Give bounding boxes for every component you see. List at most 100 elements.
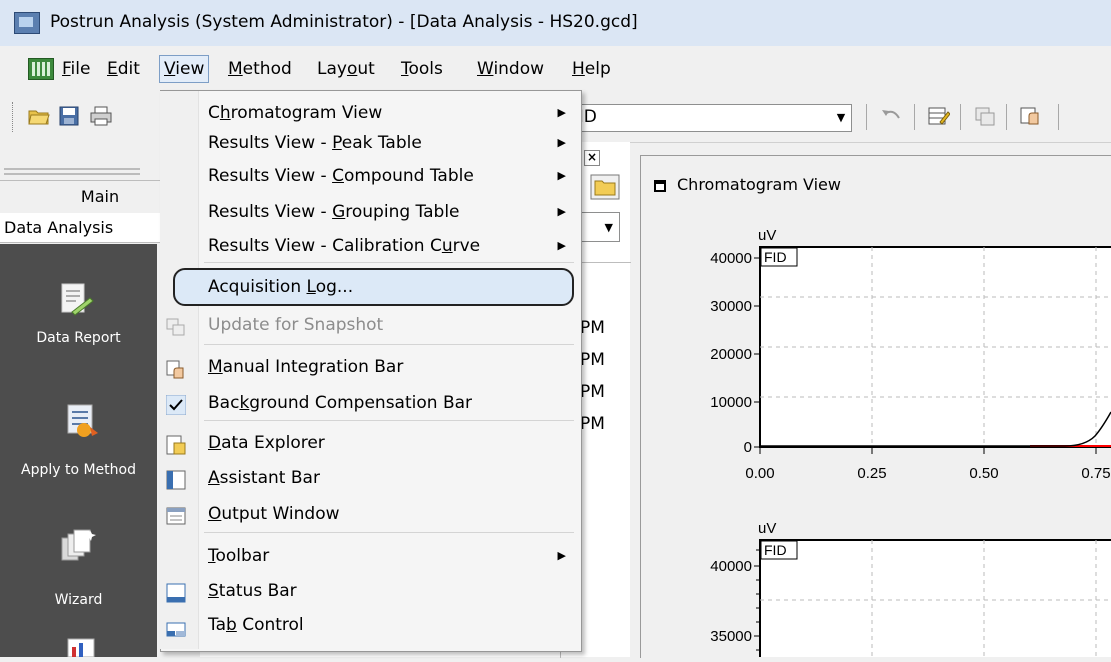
- sidebar-item-data-report[interactable]: Data Report: [0, 330, 157, 346]
- manual-integration-icon: [166, 357, 186, 379]
- y-tick-label: 30000: [710, 298, 752, 315]
- menu-item-label: Chromatogram View: [208, 103, 383, 123]
- y-tick-label: 40000: [710, 558, 752, 575]
- assistant-bar-icon: [166, 468, 186, 490]
- chart-title: Chromatogram View: [677, 175, 841, 194]
- window-title: Postrun Analysis (System Administrator) …: [50, 12, 638, 32]
- report-chart-icon[interactable]: [66, 633, 102, 658]
- output-window-icon: [166, 504, 186, 525]
- save-icon[interactable]: [58, 106, 80, 126]
- chevron-right-icon: ▶: [557, 549, 566, 562]
- menu-item-label: Data Explorer: [208, 433, 325, 453]
- toolbar-grip[interactable]: [12, 102, 16, 132]
- folder-icon[interactable]: [590, 174, 620, 200]
- chevron-right-icon: ▶: [557, 106, 566, 119]
- menu-separator: [204, 532, 574, 533]
- app-icon[interactable]: [14, 12, 40, 34]
- menu-item-label: Manual Integration Bar: [208, 357, 404, 377]
- top-unit-label: uV: [758, 227, 776, 244]
- bottom-plot-area[interactable]: [759, 539, 1111, 657]
- menu-item-update-for-snapshot[interactable]: Update for Snapshot: [160, 308, 580, 342]
- menu-item-label: Assistant Bar: [208, 468, 320, 488]
- snapshot-icon[interactable]: [974, 106, 996, 126]
- menu-item-status-bar[interactable]: Status Bar: [160, 574, 580, 608]
- check-icon: [165, 393, 187, 416]
- menu-item-acquisition-log[interactable]: Acquisition Log...: [160, 270, 580, 304]
- menu-item-results-calibration-curve[interactable]: Results View - Calibration Curve ▶: [160, 229, 580, 263]
- menu-item-results-peak-table[interactable]: Results View - Peak Table ▶: [160, 126, 580, 160]
- tab-control-icon: [166, 615, 186, 637]
- menu-item-label: Output Window: [208, 504, 340, 524]
- menu-help[interactable]: Help: [568, 56, 615, 82]
- chevron-right-icon: ▶: [557, 239, 566, 252]
- menu-item-background-compensation-bar[interactable]: Background Compensation Bar: [160, 386, 580, 420]
- toolbar-separator: [960, 104, 961, 130]
- bottom-detector-label: FID: [764, 542, 787, 558]
- data-report-icon[interactable]: [58, 282, 94, 318]
- snapshot-icon: [166, 315, 186, 336]
- undo-icon[interactable]: [880, 106, 902, 126]
- y-tick-label: 20000: [710, 346, 752, 363]
- menu-file[interactable]: File: [58, 56, 94, 82]
- menu-item-label: Acquisition Log...: [208, 277, 354, 297]
- menu-separator: [204, 262, 574, 263]
- menu-item-output-window[interactable]: Output Window: [160, 497, 580, 531]
- status-bar-icon: [166, 581, 186, 603]
- toolbar-separator: [866, 104, 867, 130]
- title-bar: Postrun Analysis (System Administrator) …: [0, 0, 1111, 47]
- sidebar-item-wizard[interactable]: Wizard: [0, 592, 157, 608]
- chevron-down-icon[interactable]: ▼: [831, 105, 851, 131]
- y-tick-label: 35000: [710, 628, 752, 645]
- menu-item-tab-control[interactable]: Tab Control: [160, 608, 580, 642]
- close-icon[interactable]: ×: [584, 150, 600, 166]
- menu-item-label: Background Compensation Bar: [208, 393, 473, 413]
- menu-item-label: Results View - Compound Table: [208, 166, 474, 186]
- menu-separator: [204, 420, 574, 421]
- open-folder-icon[interactable]: [28, 106, 50, 126]
- menu-separator: [204, 344, 574, 345]
- sidebar-item-apply-to-method[interactable]: Apply to Method: [0, 462, 157, 478]
- menu-item-label: Status Bar: [208, 581, 297, 601]
- window-restore-icon[interactable]: [654, 180, 666, 192]
- menu-edit[interactable]: Edit: [103, 56, 144, 82]
- chevron-right-icon: ▶: [557, 136, 566, 149]
- manual-integration-icon[interactable]: [1020, 106, 1042, 126]
- y-tick-label: 10000: [710, 394, 752, 411]
- x-tick-label: 0.75: [1081, 465, 1110, 482]
- menu-item-label: Results View - Calibration Curve: [208, 236, 481, 256]
- menu-view[interactable]: View: [159, 55, 210, 83]
- x-tick-label: 0.50: [969, 465, 998, 482]
- menu-item-toolbar[interactable]: Toolbar ▶: [160, 539, 580, 573]
- menu-item-data-explorer[interactable]: Data Explorer: [160, 426, 580, 460]
- chromatogram-plots[interactable]: uV 40000 30000 20000 10000 0 0.00 0.25 0…: [640, 200, 1111, 657]
- menu-item-manual-integration-bar[interactable]: Manual Integration Bar: [160, 350, 580, 384]
- x-tick-label: 0.00: [745, 465, 774, 482]
- menu-method[interactable]: Method: [224, 56, 296, 82]
- wizard-icon[interactable]: [60, 528, 96, 564]
- print-icon[interactable]: [90, 106, 112, 126]
- apply-to-method-icon[interactable]: [66, 403, 102, 439]
- menu-item-results-grouping-table[interactable]: Results View - Grouping Table ▶: [160, 195, 580, 229]
- menu-item-label: Toolbar: [208, 546, 270, 566]
- menu-item-label: Results View - Grouping Table: [208, 202, 460, 222]
- menu-item-chromatogram-view[interactable]: Chromatogram View ▶: [160, 96, 580, 130]
- menu-tools[interactable]: Tools: [397, 56, 447, 82]
- list-item[interactable]: PM: [580, 350, 605, 370]
- detector-select[interactable]: FID ▼: [560, 104, 852, 132]
- menu-item-assistant-bar[interactable]: Assistant Bar: [160, 461, 580, 495]
- menu-item-results-compound-table[interactable]: Results View - Compound Table ▶: [160, 159, 580, 193]
- menu-window[interactable]: Window: [473, 56, 548, 82]
- toolbar-separator: [1006, 104, 1007, 130]
- list-item[interactable]: PM: [580, 382, 605, 402]
- list-item[interactable]: PM: [580, 414, 605, 434]
- chevron-right-icon: ▶: [557, 205, 566, 218]
- menu-layout[interactable]: Layout: [313, 56, 379, 82]
- document-icon[interactable]: [28, 58, 54, 80]
- toolbar-separator: [1058, 104, 1059, 130]
- y-tick-label: 0: [744, 439, 752, 456]
- edit-table-icon[interactable]: [928, 106, 951, 126]
- top-detector-label: FID: [764, 249, 787, 265]
- x-tick-label: 0.25: [857, 465, 886, 482]
- chevron-down-icon[interactable]: ▼: [605, 221, 613, 234]
- list-item[interactable]: PM: [580, 318, 605, 338]
